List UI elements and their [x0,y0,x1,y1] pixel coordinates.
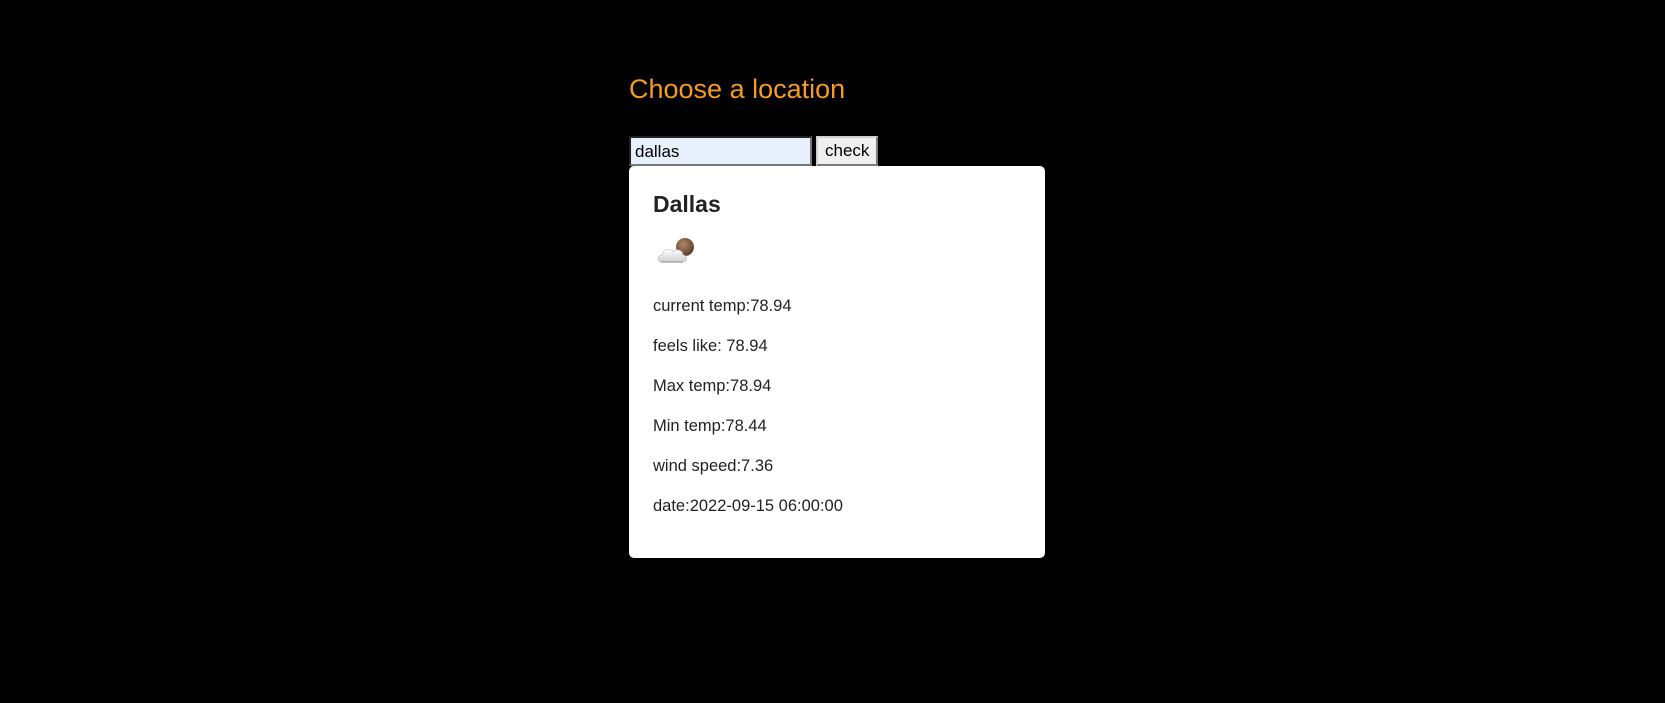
wind-speed: wind speed:7.36 [653,457,774,475]
min-temp: Min temp:78.44 [653,417,767,435]
page-title: Choose a location [629,74,846,104]
city-name: Dallas [653,191,721,217]
weather-card: Dallas current temp:78.94 feels like: 78… [629,166,1045,558]
max-temp: Max temp:78.94 [653,377,772,395]
check-button[interactable]: check [816,136,879,166]
forecast-date: date:2022-09-15 06:00:00 [653,497,843,515]
feels-like: feels like: 78.94 [653,337,768,355]
current-temp: current temp:78.94 [653,297,792,315]
search-row: check [629,136,879,166]
page: Choose a location check Dallas [0,0,1665,703]
location-input[interactable] [629,136,812,166]
partly-cloudy-night-icon [656,236,700,268]
